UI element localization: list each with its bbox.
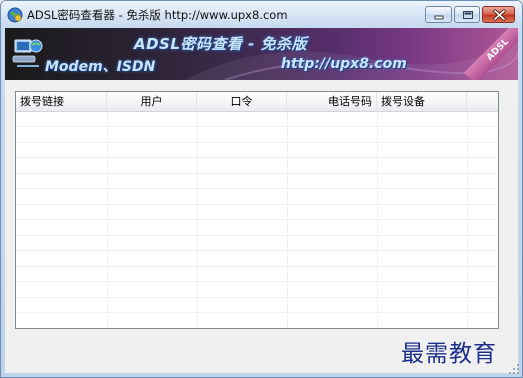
close-button[interactable]: [482, 6, 515, 23]
empty-row: [16, 236, 498, 251]
minimize-icon: [434, 15, 444, 20]
watermark-text: 最需教育: [401, 341, 497, 367]
close-icon: [493, 9, 506, 21]
column-header-device[interactable]: 拨号设备: [377, 92, 467, 111]
maximize-button[interactable]: [454, 6, 480, 23]
empty-row: [16, 112, 498, 127]
header-banner: ADSL密码查看 - 免杀版 Modem、ISDN http://upx8.co…: [5, 28, 518, 80]
empty-row: [16, 252, 498, 267]
banner-subtitle: Modem、ISDN: [45, 59, 156, 75]
empty-row: [16, 267, 498, 282]
app-globe-icon: [7, 7, 23, 23]
empty-row: [16, 314, 498, 328]
column-header-user[interactable]: 用户: [107, 92, 197, 111]
resize-grip-icon[interactable]: [508, 363, 520, 375]
modem-computer-icon: [11, 32, 45, 74]
banner-url: http://upx8.com: [281, 56, 407, 72]
empty-row: [16, 159, 498, 174]
column-header-filler: [467, 92, 498, 111]
empty-row: [16, 298, 498, 313]
column-header-phone[interactable]: 电话号码: [287, 92, 377, 111]
column-header-password[interactable]: 口令: [197, 92, 287, 111]
banner-title: ADSL密码查看 - 免杀版: [134, 35, 308, 53]
minimize-button[interactable]: [425, 6, 452, 23]
empty-row: [16, 283, 498, 298]
column-header-connection[interactable]: 拨号链接: [16, 92, 107, 111]
empty-row: [16, 143, 498, 158]
empty-row: [16, 128, 498, 143]
main-content: 拨号链接 用户 口令 电话号码 拨号设备: [5, 80, 518, 373]
list-body: [16, 112, 498, 328]
title-bar[interactable]: ADSL密码查看器 - 免杀版 http://www.upx8.com: [1, 1, 522, 29]
window-title: ADSL密码查看器 - 免杀版 http://www.upx8.com: [27, 8, 288, 22]
empty-row: [16, 190, 498, 205]
list-header: 拨号链接 用户 口令 电话号码 拨号设备: [16, 92, 498, 112]
empty-row: [16, 174, 498, 189]
empty-row: [16, 221, 498, 236]
connections-list[interactable]: 拨号链接 用户 口令 电话号码 拨号设备: [15, 91, 499, 329]
app-window: ADSL密码查看器 - 免杀版 http://www.upx8.com ADSL…: [0, 0, 523, 378]
empty-row: [16, 205, 498, 220]
maximize-icon: [463, 11, 473, 19]
